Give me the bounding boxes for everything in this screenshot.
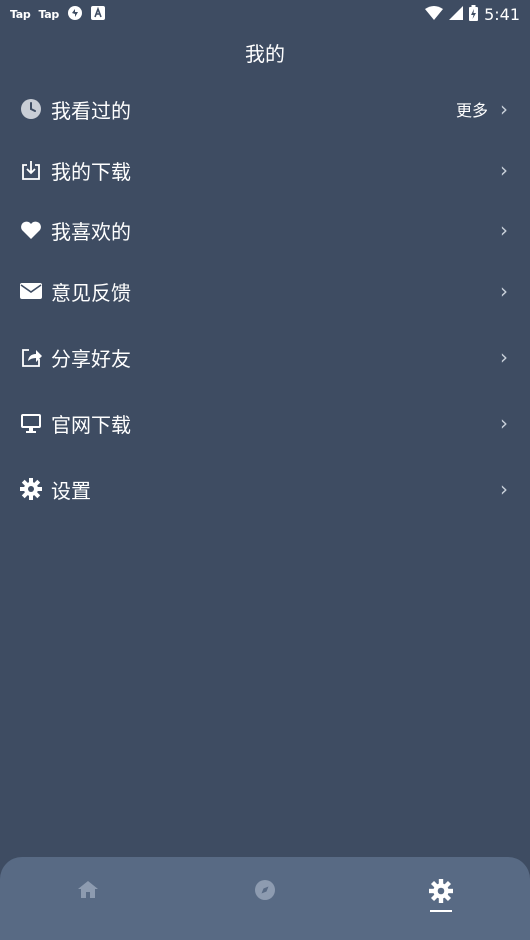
status-right: 5:41 <box>425 4 520 24</box>
status-bar: Tap Tap 5:41 <box>0 0 530 28</box>
battery-charging-icon <box>469 4 479 24</box>
status-time: 5:41 <box>484 4 520 24</box>
chevron-right-icon: › <box>500 97 508 121</box>
menu-item-settings[interactable]: 设置 › <box>0 464 530 514</box>
taptap-notification-label: Tap <box>38 7 59 21</box>
clock-icon <box>19 97 43 121</box>
menu-item-official-download[interactable]: 官网下载 › <box>0 398 530 448</box>
sync-icon <box>67 5 83 24</box>
chevron-right-icon: › <box>500 345 508 369</box>
wifi-icon <box>425 5 444 23</box>
chevron-right-icon: › <box>500 279 508 303</box>
chevron-right-icon: › <box>500 158 508 182</box>
active-tab-indicator <box>430 910 452 912</box>
home-icon <box>77 879 99 903</box>
menu-item-label: 设置 <box>51 478 91 503</box>
page-title: 我的 <box>245 42 285 66</box>
tab-mine[interactable] <box>421 879 461 919</box>
compass-icon <box>254 879 276 905</box>
chevron-right-icon: › <box>500 218 508 242</box>
more-link[interactable]: 更多 <box>456 97 488 121</box>
menu-item-label: 我的下载 <box>51 159 131 184</box>
tab-home[interactable] <box>68 879 108 919</box>
menu-item-favorites[interactable]: 我喜欢的 › <box>0 205 530 255</box>
bottom-tab-bar <box>0 857 530 940</box>
menu-item-history[interactable]: 我看过的 更多 › <box>0 84 530 134</box>
menu-item-label: 我看过的 <box>51 98 131 123</box>
status-left: Tap Tap <box>10 5 105 24</box>
mail-icon <box>19 279 43 303</box>
menu-item-label: 我喜欢的 <box>51 219 131 244</box>
gear-icon <box>429 879 453 907</box>
monitor-icon <box>19 411 43 435</box>
menu-item-downloads[interactable]: 我的下载 › <box>0 145 530 195</box>
menu-item-label: 意见反馈 <box>51 280 131 305</box>
menu-item-feedback[interactable]: 意见反馈 › <box>0 266 530 316</box>
chevron-right-icon: › <box>500 477 508 501</box>
share-icon <box>19 345 43 369</box>
heart-icon <box>19 218 43 242</box>
menu-item-share[interactable]: 分享好友 › <box>0 332 530 382</box>
signal-icon <box>449 5 464 23</box>
gear-icon <box>19 477 43 501</box>
menu-item-label: 分享好友 <box>51 346 131 371</box>
text-a-icon <box>90 5 105 23</box>
menu-item-label: 官网下载 <box>51 412 131 437</box>
download-icon <box>19 158 43 182</box>
tab-discover[interactable] <box>245 879 285 919</box>
chevron-right-icon: › <box>500 411 508 435</box>
taptap-notification-label: Tap <box>10 7 31 21</box>
